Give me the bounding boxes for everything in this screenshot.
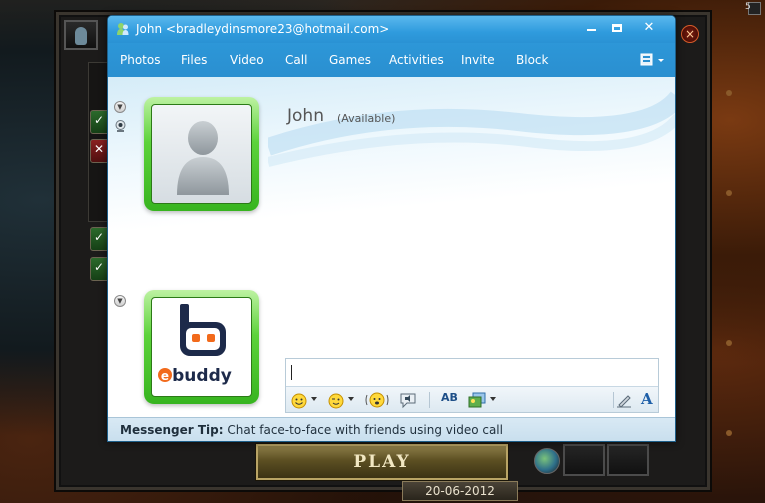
message-input[interactable] [286, 359, 658, 386]
handwriting-icon[interactable] [616, 391, 632, 409]
check-icon: ✓ [94, 230, 105, 244]
window-title: John <bradleydinsmore23@hotmail.com> [136, 22, 390, 36]
world-orb-icon[interactable] [534, 448, 560, 474]
messenger-tip-bar: Messenger Tip: Chat face-to-face with fr… [108, 417, 675, 441]
bottom-slot-1[interactable] [563, 444, 605, 476]
messenger-tip[interactable]: Messenger Tip: Chat face-to-face with fr… [120, 423, 503, 437]
check-icon: ✓ [94, 260, 105, 274]
buddy-silhouette-icon [177, 121, 229, 195]
voice-clip-icon[interactable] [399, 391, 417, 409]
wink-icon[interactable] [328, 391, 344, 409]
contact-name: John [287, 106, 324, 126]
options-menu-icon[interactable] [640, 52, 666, 68]
text-caret [291, 365, 292, 380]
collapse-my-picture-icon[interactable]: ▼ [114, 295, 126, 307]
collapse-contact-picture-icon[interactable]: ▼ [114, 101, 126, 113]
ebuddy-logo: buddy e [151, 297, 252, 397]
play-button[interactable]: Play [256, 444, 508, 480]
svg-text:e: e [161, 369, 169, 383]
backgrounds-icon[interactable] [468, 391, 486, 409]
date-label: 20-06-2012 [402, 481, 518, 501]
menu-call[interactable]: Call [285, 53, 307, 67]
menu-photos[interactable]: Photos [120, 53, 160, 67]
tip-text: Chat face-to-face with friends using vid… [223, 423, 503, 437]
default-buddy-icon [151, 104, 252, 204]
game-side-ornaments [718, 30, 742, 450]
menu-activities[interactable]: Activities [389, 53, 444, 67]
toolbar-separator [613, 392, 614, 408]
spellcheck-icon[interactable]: AB [441, 391, 458, 404]
contact-status: (Available) [337, 112, 396, 125]
messenger-buddy-icon [117, 23, 129, 35]
minimize-button[interactable] [578, 20, 604, 37]
game-corner-number: 5 [745, 2, 751, 12]
check-icon: ✓ [94, 113, 105, 127]
close-button[interactable]: ✕ [634, 20, 664, 37]
font-icon[interactable]: A [641, 390, 653, 408]
toolbar-separator [429, 392, 430, 408]
game-avatar-slot[interactable] [64, 20, 98, 50]
menu-block[interactable]: Block [516, 53, 548, 67]
menu-invite[interactable]: Invite [461, 53, 495, 67]
bottom-slot-2[interactable] [607, 444, 649, 476]
ebuddy-logo-icon: buddy e [158, 304, 232, 386]
minimize-icon [586, 29, 596, 31]
x-icon: ✕ [94, 142, 105, 156]
tip-prefix: Messenger Tip: [120, 423, 224, 437]
game-close-button[interactable]: × [681, 25, 699, 43]
compose-box: AB A [285, 358, 659, 413]
emoticon-icon[interactable] [291, 391, 307, 409]
contact-display-picture[interactable] [144, 97, 259, 211]
player-icon [75, 27, 87, 45]
menu-games[interactable]: Games [329, 53, 371, 67]
webcam-icon[interactable] [115, 120, 126, 132]
menu-files[interactable]: Files [181, 53, 207, 67]
nudge-icon[interactable] [365, 391, 389, 409]
decorative-wave [268, 91, 675, 167]
svg-text:buddy: buddy [172, 366, 232, 386]
menu-bar: Photos Files Video Call Games Activities… [108, 43, 675, 77]
wink-dropdown-icon[interactable] [348, 397, 354, 401]
title-bar[interactable]: John <bradleydinsmore23@hotmail.com> ✕ [108, 16, 675, 43]
conversation-area: ▼ John (Available) ▼ buddy e AB A [108, 77, 675, 417]
maximize-icon [612, 24, 622, 32]
compose-toolbar: AB A [286, 386, 658, 412]
menu-video[interactable]: Video [230, 53, 264, 67]
messenger-window: John <bradleydinsmore23@hotmail.com> ✕ P… [107, 15, 676, 442]
maximize-button[interactable] [604, 20, 630, 37]
my-display-picture[interactable]: buddy e [144, 290, 259, 404]
emoticon-dropdown-icon[interactable] [311, 397, 317, 401]
backgrounds-dropdown-icon[interactable] [490, 397, 496, 401]
